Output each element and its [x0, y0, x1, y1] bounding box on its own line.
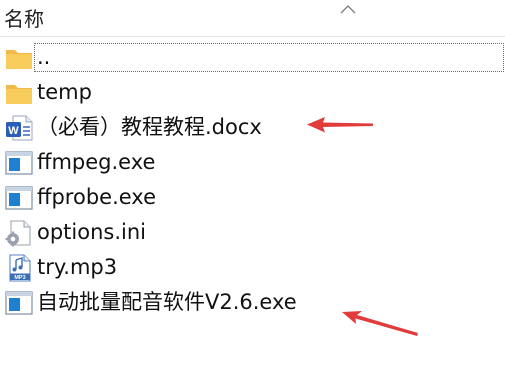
list-item-parent-directory[interactable]: ..	[0, 40, 505, 75]
file-name: （必看）教程教程.docx	[37, 115, 262, 139]
file-name: ..	[37, 45, 51, 69]
svg-text:W: W	[8, 125, 19, 137]
list-item-mp3[interactable]: MP3 try.mp3	[0, 250, 505, 285]
folder-icon	[6, 85, 32, 104]
list-item-temp[interactable]: temp	[0, 75, 505, 110]
list-item-options[interactable]: options.ini	[0, 215, 505, 250]
file-explorer: 名称 .. temp W （必看）教程教程.docx ffmpeg.exe ff…	[0, 0, 505, 374]
executable-icon	[5, 186, 33, 210]
svg-text:MP3: MP3	[14, 275, 25, 281]
file-name: temp	[37, 80, 92, 104]
list-item-ffmpeg[interactable]: ffmpeg.exe	[0, 145, 505, 180]
column-header[interactable]: 名称	[0, 0, 505, 37]
folder-icon	[6, 50, 32, 69]
list-item-docx[interactable]: W （必看）教程教程.docx	[0, 110, 505, 145]
word-document-icon: W	[6, 115, 33, 141]
file-list: .. temp W （必看）教程教程.docx ffmpeg.exe ffpro…	[0, 40, 505, 320]
list-item-main-exe[interactable]: 自动批量配音软件V2.6.exe	[0, 285, 505, 320]
settings-file-icon	[5, 220, 31, 247]
list-item-ffprobe[interactable]: ffprobe.exe	[0, 180, 505, 215]
file-name: 自动批量配音软件V2.6.exe	[37, 290, 297, 314]
sort-ascending-icon	[340, 5, 356, 14]
file-name: options.ini	[37, 220, 146, 244]
file-name: ffprobe.exe	[37, 185, 156, 209]
mp3-file-icon: MP3	[9, 254, 31, 282]
focus-outline	[34, 43, 504, 72]
executable-icon	[5, 291, 33, 315]
file-name: try.mp3	[37, 255, 118, 279]
file-name: ffmpeg.exe	[37, 150, 156, 174]
name-column-header[interactable]: 名称	[4, 6, 44, 32]
executable-icon	[5, 151, 33, 175]
